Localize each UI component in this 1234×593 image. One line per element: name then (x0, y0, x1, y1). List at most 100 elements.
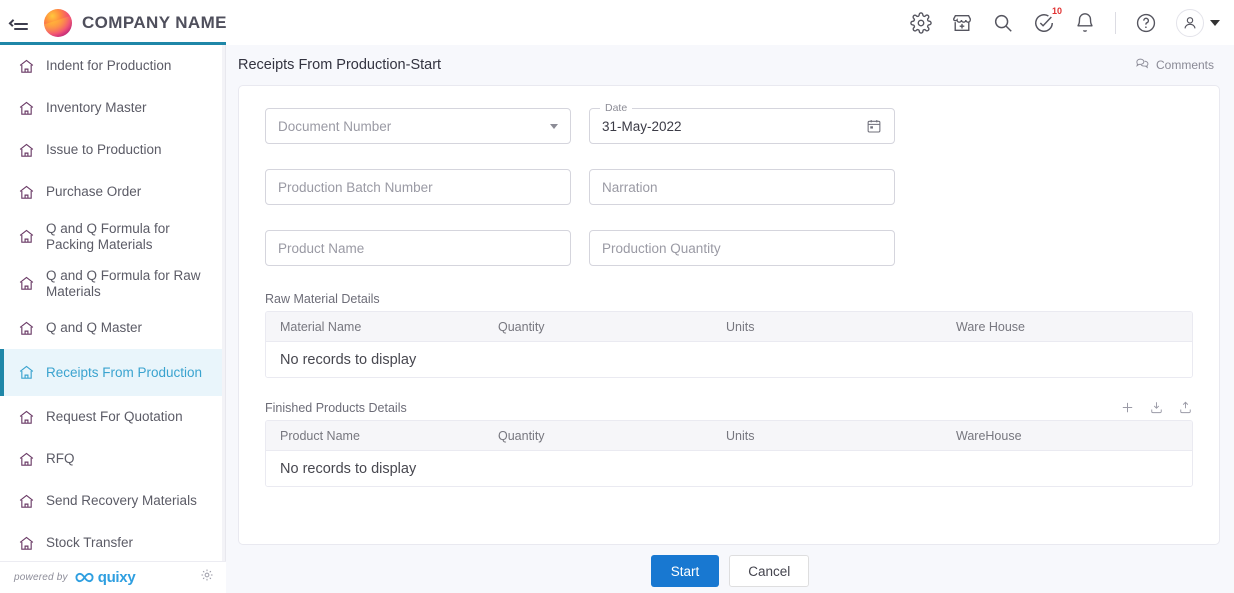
date-field[interactable]: Date 31-May-2022 (589, 102, 895, 144)
production-quantity-input[interactable]: Production Quantity (589, 230, 895, 266)
sidebar-scrollbar[interactable] (222, 45, 225, 593)
notifications-bell-icon[interactable] (1074, 12, 1096, 34)
home-icon (18, 100, 35, 117)
comments-button[interactable]: Comments (1135, 56, 1214, 74)
sidebar-item-label: Q and Q Formula for Raw Materials (46, 267, 201, 299)
section-title: Raw Material Details (265, 292, 380, 306)
home-icon (18, 364, 35, 381)
page-header: Receipts From Production-Start Comments (226, 45, 1234, 85)
sidebar-item-receipts-from-production[interactable]: Receipts From Production (0, 349, 225, 396)
home-icon (18, 451, 35, 468)
tasks-badge: 10 (1051, 5, 1062, 16)
raw-material-section-header: Raw Material Details (239, 292, 1219, 306)
cancel-button[interactable]: Cancel (729, 555, 810, 587)
home-icon (18, 142, 35, 159)
form-card: Document Number Date 31-May-2022 Product… (238, 85, 1220, 545)
sidebar-item-label: Stock Transfer (46, 535, 134, 551)
download-icon[interactable] (1149, 400, 1164, 415)
sidebar-item-rfq[interactable]: RFQ (0, 438, 225, 480)
settings-icon[interactable] (910, 11, 932, 34)
column-header: Units (726, 319, 755, 334)
narration-placeholder: Narration (602, 179, 658, 195)
sidebar-item-purchase-order[interactable]: Purchase Order (0, 171, 225, 213)
table-header-row: Material Name Quantity Units Ware House (266, 312, 1192, 342)
start-button[interactable]: Start (650, 555, 720, 587)
form-row-1: Document Number Date 31-May-2022 (239, 86, 1219, 144)
collapse-menu-icon[interactable] (8, 12, 32, 34)
upload-icon[interactable] (1178, 400, 1193, 415)
product-name-input[interactable]: Product Name (265, 230, 571, 266)
raw-material-table: Material Name Quantity Units Ware House … (265, 311, 1193, 378)
date-label: Date (600, 102, 633, 114)
calendar-icon[interactable] (866, 118, 882, 134)
document-number-placeholder: Document Number (278, 118, 392, 134)
gear-icon[interactable] (200, 568, 214, 587)
page-title: Receipts From Production-Start (238, 57, 442, 73)
finished-products-table: Product Name Quantity Units WareHouse No… (265, 420, 1193, 487)
sidebar-item-label: Request For Quotation (46, 409, 183, 425)
sidebar-item-indent-for-production[interactable]: Indent for Production (0, 45, 225, 87)
chevron-down-icon[interactable] (1210, 19, 1220, 26)
quixy-logo: quixy (75, 569, 136, 586)
home-icon (18, 228, 35, 245)
home-icon (18, 320, 35, 337)
column-header: Material Name (280, 319, 362, 334)
column-header: Quantity (498, 319, 545, 334)
company-logo (44, 8, 72, 37)
form-row-3: Product Name Production Quantity (239, 205, 1219, 266)
comments-label: Comments (1155, 58, 1214, 72)
help-icon[interactable] (1135, 12, 1157, 34)
narration-input[interactable]: Narration (589, 169, 895, 205)
marketplace-icon[interactable] (951, 12, 973, 34)
document-number-select[interactable]: Document Number (265, 108, 571, 144)
production-batch-number-placeholder: Production Batch Number (278, 179, 433, 195)
sidebar-item-inventory-master[interactable]: Inventory Master (0, 87, 225, 129)
user-menu[interactable] (1176, 8, 1220, 37)
sidebar-item-send-recovery-materials[interactable]: Send Recovery Materials (0, 480, 225, 522)
sidebar-item-label: Receipts From Production (46, 364, 203, 380)
home-icon (18, 58, 35, 75)
sidebar-item-q-and-q-master[interactable]: Q and Q Master (0, 307, 225, 349)
section-title: Finished Products Details (265, 400, 407, 415)
form-row-2: Production Batch Number Narration (239, 144, 1219, 205)
add-row-icon[interactable] (1120, 400, 1135, 415)
production-batch-number-input[interactable]: Production Batch Number (265, 169, 571, 205)
search-icon[interactable] (992, 12, 1014, 34)
sidebar-item-label: Purchase Order (46, 184, 142, 200)
sidebar-item-label: RFQ (46, 451, 75, 467)
sidebar-item-label: Issue to Production (46, 142, 162, 158)
toolbar-divider (1115, 11, 1116, 34)
tasks-icon[interactable]: 10 (1033, 6, 1062, 34)
sidebar-item-label: Q and Q Master (46, 320, 143, 336)
sidebar-item-stock-transfer[interactable]: Stock Transfer (0, 522, 225, 561)
production-quantity-placeholder: Production Quantity (602, 240, 721, 256)
top-bar: COMPANY NAME 10 (0, 0, 1234, 45)
sidebar-item-request-for-quotation[interactable]: Request For Quotation (0, 396, 225, 438)
sidebar-item-q-and-q-formula-for-raw-materials[interactable]: Q and Q Formula for Raw Materials (0, 260, 225, 307)
topbar-actions: 10 (910, 6, 1234, 37)
brand-title: COMPANY NAME (82, 12, 227, 32)
table-empty-state: No records to display (266, 451, 1192, 486)
sidebar-item-label: Inventory Master (46, 100, 147, 116)
sidebar-item-label: Send Recovery Materials (46, 493, 197, 509)
sidebar-item-issue-to-production[interactable]: Issue to Production (0, 129, 225, 171)
quixy-wordmark: quixy (97, 569, 136, 586)
sidebar: Indent for Production Inventory Master I… (0, 42, 226, 593)
column-header: Product Name (280, 428, 360, 443)
sidebar-item-label: Q and Q Formula for Packing Materials (46, 220, 170, 252)
home-icon (18, 409, 35, 426)
home-icon (18, 275, 35, 292)
column-header: WareHouse (956, 428, 1022, 443)
chevron-down-icon[interactable] (550, 123, 558, 129)
column-header: Quantity (498, 428, 545, 443)
comments-icon (1135, 56, 1150, 74)
sidebar-menu[interactable]: Indent for Production Inventory Master I… (0, 45, 225, 561)
powered-by-label: powered by (14, 572, 68, 583)
sidebar-item-q-and-q-formula-for-packing-materials[interactable]: Q and Q Formula for Packing Materials (0, 213, 225, 260)
avatar (1176, 8, 1204, 37)
sidebar-item-label: Indent for Production (46, 58, 172, 74)
date-value: 31-May-2022 (602, 118, 682, 134)
home-icon (18, 184, 35, 201)
home-icon (18, 493, 35, 510)
table-header-row: Product Name Quantity Units WareHouse (266, 421, 1192, 451)
